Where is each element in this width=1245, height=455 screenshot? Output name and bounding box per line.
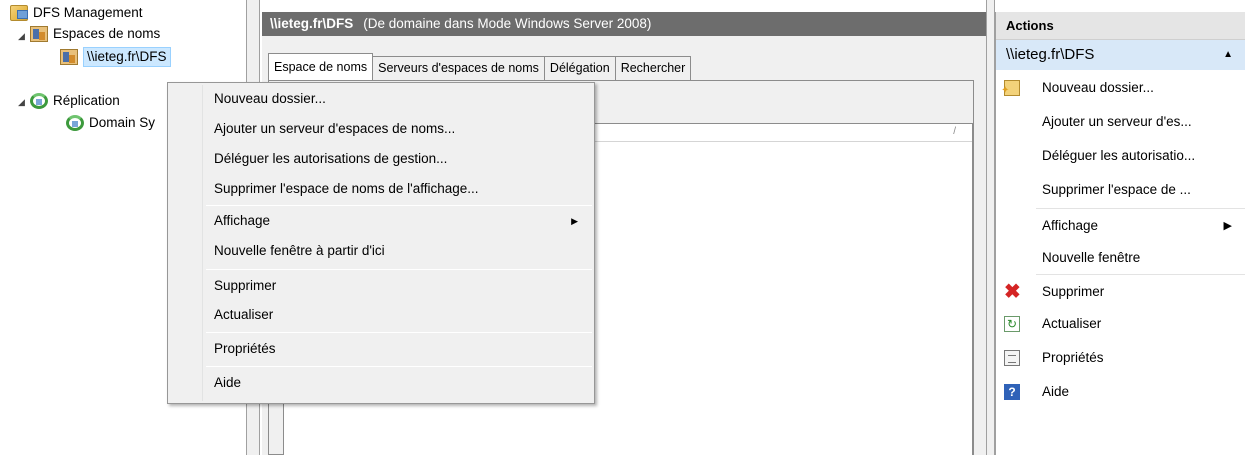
expand-arrow-icon[interactable]: ◢ xyxy=(18,97,25,108)
action-label: Aide xyxy=(1042,384,1070,399)
tree-node-namespace-ieteg[interactable]: \\ieteg.fr\DFS xyxy=(60,46,171,68)
action-label: Supprimer l'espace de ... xyxy=(1042,182,1191,197)
action-supprimer[interactable]: ✖ Supprimer xyxy=(996,276,1245,308)
context-menu: Nouveau dossier... Ajouter un serveur d'… xyxy=(167,82,595,404)
action-nouvelle-fenetre[interactable]: Nouvelle fenêtre xyxy=(996,242,1245,274)
tab-strip: Espace de noms Serveurs d'espaces de nom… xyxy=(268,53,692,80)
tree-node-label: Réplication xyxy=(53,93,120,108)
delete-icon: ✖ xyxy=(1004,281,1021,303)
menu-item-nouveau-dossier[interactable]: Nouveau dossier... xyxy=(170,85,592,113)
replication-group-icon xyxy=(66,115,84,131)
actions-pane: Actions \\ieteg.fr\DFS ▲ Nouveau dossier… xyxy=(995,12,1245,455)
action-ajouter-serveur[interactable]: Ajouter un serveur d'es... xyxy=(996,106,1245,138)
actions-title: Actions xyxy=(996,12,1245,40)
action-label: Propriétés xyxy=(1042,350,1104,365)
menu-item-supprimer-espace[interactable]: Supprimer l'espace de noms de l'affichag… xyxy=(170,175,592,203)
menu-separator xyxy=(206,205,592,206)
action-label: Nouvelle fenêtre xyxy=(1042,250,1141,265)
menu-separator xyxy=(206,269,592,270)
results-header-description: (De domaine dans Mode Windows Server 200… xyxy=(363,16,652,31)
action-proprietes[interactable]: Propriétés xyxy=(996,342,1245,374)
action-deleguer-autorisations[interactable]: Déléguer les autorisatio... xyxy=(996,140,1245,172)
action-label: Déléguer les autorisatio... xyxy=(1042,148,1196,163)
tree-node-dfs-management[interactable]: DFS Management xyxy=(10,2,143,24)
actions-separator xyxy=(1036,208,1245,209)
menu-item-supprimer[interactable]: Supprimer xyxy=(170,272,592,300)
menu-separator xyxy=(206,366,592,367)
action-label: Ajouter un serveur d'es... xyxy=(1042,114,1192,129)
properties-icon xyxy=(1004,350,1020,366)
refresh-icon: ↻ xyxy=(1004,316,1020,332)
column-resize-grip-icon[interactable]: / xyxy=(953,126,956,137)
menu-item-deleguer-autorisations[interactable]: Déléguer les autorisations de gestion... xyxy=(170,145,592,173)
actions-separator xyxy=(1036,274,1245,275)
expand-arrow-icon[interactable]: ◢ xyxy=(18,31,25,42)
tree-node-label: DFS Management xyxy=(33,5,143,20)
menu-item-affichage[interactable]: Affichage ▶ xyxy=(170,207,592,235)
action-actualiser[interactable]: ↻ Actualiser xyxy=(996,308,1245,340)
action-affichage[interactable]: Affichage ▶ xyxy=(996,210,1245,242)
results-header: \\ieteg.fr\DFS (De domaine dans Mode Wind… xyxy=(262,12,986,36)
action-supprimer-espace[interactable]: Supprimer l'espace de ... xyxy=(996,174,1245,206)
right-splitter[interactable] xyxy=(986,0,995,455)
action-aide[interactable]: ? Aide xyxy=(996,376,1245,408)
submenu-arrow-icon: ▶ xyxy=(1223,220,1232,232)
help-icon: ? xyxy=(1004,384,1020,400)
menu-item-proprietes[interactable]: Propriétés xyxy=(170,335,592,363)
tree-node-replication[interactable]: Réplication xyxy=(30,90,120,112)
action-label: Nouveau dossier... xyxy=(1042,80,1154,95)
tree-node-label: Domain Sy xyxy=(89,115,156,130)
tab-rechercher[interactable]: Rechercher xyxy=(614,56,692,80)
actions-section-title: \\ieteg.fr\DFS xyxy=(1006,46,1095,63)
new-folder-icon xyxy=(1001,75,1020,107)
tab-espace-de-noms[interactable]: Espace de noms xyxy=(268,53,374,80)
results-header-path: \\ieteg.fr\DFS xyxy=(270,16,354,31)
action-label: Affichage xyxy=(1042,218,1099,233)
tree-node-domain-system-volume[interactable]: Domain Sy xyxy=(66,112,155,134)
menu-separator xyxy=(206,332,592,333)
collapse-arrow-icon[interactable]: ▲ xyxy=(1223,40,1233,70)
replication-icon xyxy=(30,93,48,109)
namespaces-icon xyxy=(30,26,48,42)
action-label: Actualiser xyxy=(1042,316,1102,331)
tree-node-namespaces[interactable]: Espaces de noms xyxy=(30,23,160,45)
action-label: Supprimer xyxy=(1042,284,1105,299)
submenu-arrow-icon: ▶ xyxy=(571,216,578,226)
action-nouveau-dossier[interactable]: Nouveau dossier... xyxy=(996,72,1245,107)
dfs-management-icon xyxy=(10,5,28,21)
menu-item-actualiser[interactable]: Actualiser xyxy=(170,301,592,329)
namespace-icon xyxy=(60,49,78,65)
tree-node-label-selected: \\ieteg.fr\DFS xyxy=(83,47,171,67)
tab-serveurs-espaces-de-noms[interactable]: Serveurs d'espaces de noms xyxy=(372,56,545,80)
tree-node-label: Espaces de noms xyxy=(53,26,161,41)
menu-item-ajouter-serveur[interactable]: Ajouter un serveur d'espaces de noms... xyxy=(170,115,592,143)
menu-item-label: Affichage xyxy=(214,213,271,228)
menu-item-nouvelle-fenetre[interactable]: Nouvelle fenêtre à partir d'ici xyxy=(170,237,592,265)
menu-item-aide[interactable]: Aide xyxy=(170,369,592,397)
actions-section-header[interactable]: \\ieteg.fr\DFS ▲ xyxy=(996,40,1245,70)
tab-delegation[interactable]: Délégation xyxy=(543,56,616,80)
